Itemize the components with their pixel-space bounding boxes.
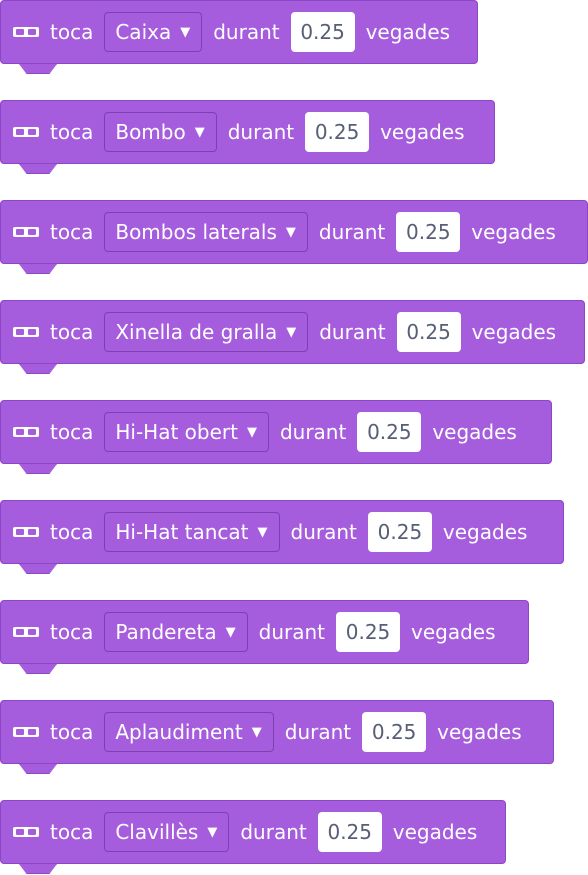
drum-dropdown-value: Hi-Hat tancat bbox=[115, 520, 249, 544]
chevron-down-icon: ▼ bbox=[286, 324, 297, 340]
drum-icon bbox=[13, 826, 39, 838]
block-notch bbox=[19, 364, 57, 374]
chevron-down-icon: ▼ bbox=[257, 524, 268, 540]
play-label: toca bbox=[50, 620, 94, 644]
during-label: durant bbox=[318, 220, 386, 244]
drum-dropdown-value: Bombo bbox=[115, 120, 186, 144]
drum-icon bbox=[13, 626, 39, 638]
block-notch bbox=[19, 564, 57, 574]
drum-dropdown-value: Xinella de gralla bbox=[115, 320, 278, 344]
play-label: toca bbox=[50, 420, 94, 444]
drum-icon bbox=[13, 526, 39, 538]
during-label: durant bbox=[213, 20, 280, 44]
during-label: durant bbox=[258, 620, 325, 644]
chevron-down-icon: ▼ bbox=[180, 24, 191, 40]
beats-input[interactable]: 0.25 bbox=[362, 712, 427, 752]
block-notch bbox=[19, 264, 57, 274]
chevron-down-icon: ▼ bbox=[194, 124, 205, 140]
beats-input[interactable]: 0.25 bbox=[367, 512, 432, 552]
play-label: toca bbox=[50, 520, 94, 544]
drum-dropdown[interactable]: Clavillès ▼ bbox=[104, 812, 230, 852]
drum-dropdown[interactable]: Hi-Hat obert ▼ bbox=[104, 412, 269, 452]
unit-label: vegades bbox=[432, 420, 517, 444]
beats-input[interactable]: 0.25 bbox=[336, 612, 400, 652]
unit-label: vegades bbox=[365, 20, 451, 44]
play-label: toca bbox=[50, 120, 94, 144]
unit-label: vegades bbox=[442, 520, 528, 544]
play-label: toca bbox=[50, 720, 94, 744]
block-notch bbox=[19, 664, 57, 674]
chevron-down-icon: ▼ bbox=[207, 824, 218, 840]
block-palette: toca Caixa ▼ durant 0.25 vegades toca Bo… bbox=[0, 0, 588, 875]
during-label: durant bbox=[319, 320, 386, 344]
during-label: durant bbox=[227, 120, 295, 144]
chevron-down-icon: ▼ bbox=[285, 224, 296, 240]
drum-dropdown-value: Caixa bbox=[115, 20, 172, 44]
during-label: durant bbox=[290, 520, 357, 544]
drum-icon bbox=[13, 226, 39, 238]
play-drum-block-hi-hat-tancat[interactable]: toca Hi-Hat tancat ▼ durant 0.25 vegades bbox=[0, 500, 564, 574]
drum-icon bbox=[13, 326, 39, 338]
beats-input[interactable]: 0.25 bbox=[357, 412, 422, 452]
beats-input[interactable]: 0.25 bbox=[290, 12, 355, 52]
chevron-down-icon: ▼ bbox=[225, 624, 236, 640]
play-drum-block-aplaudiment[interactable]: toca Aplaudiment ▼ durant 0.25 vegades bbox=[0, 700, 554, 774]
unit-label: vegades bbox=[471, 220, 556, 244]
block-notch bbox=[19, 464, 57, 474]
drum-dropdown-value: Aplaudiment bbox=[115, 720, 243, 744]
beats-input[interactable]: 0.25 bbox=[317, 812, 382, 852]
play-label: toca bbox=[50, 320, 94, 344]
drum-icon bbox=[13, 126, 39, 138]
drum-icon bbox=[13, 426, 39, 438]
drum-dropdown-value: Hi-Hat obert bbox=[115, 420, 238, 444]
play-drum-block-bombos-laterals[interactable]: toca Bombos laterals ▼ durant 0.25 vegad… bbox=[0, 200, 588, 274]
block-notch bbox=[19, 64, 57, 74]
unit-label: vegades bbox=[437, 720, 522, 744]
block-notch bbox=[19, 764, 57, 774]
drum-icon bbox=[13, 726, 39, 738]
unit-label: vegades bbox=[411, 620, 496, 644]
during-label: durant bbox=[279, 420, 347, 444]
unit-label: vegades bbox=[380, 120, 465, 144]
play-label: toca bbox=[50, 20, 94, 44]
play-label: toca bbox=[50, 820, 94, 844]
play-drum-block-xinella-de-gralla[interactable]: toca Xinella de gralla ▼ durant 0.25 veg… bbox=[0, 300, 585, 374]
beats-input[interactable]: 0.25 bbox=[305, 112, 370, 152]
play-drum-block-bombo[interactable]: toca Bombo ▼ durant 0.25 vegades bbox=[0, 100, 495, 174]
drum-icon bbox=[13, 26, 39, 38]
unit-label: vegades bbox=[471, 320, 557, 344]
drum-dropdown-value: Bombos laterals bbox=[115, 220, 277, 244]
block-notch bbox=[19, 164, 57, 174]
chevron-down-icon: ▼ bbox=[246, 424, 257, 440]
beats-input[interactable]: 0.25 bbox=[396, 212, 461, 252]
play-drum-block-hi-hat-obert[interactable]: toca Hi-Hat obert ▼ durant 0.25 vegades bbox=[0, 400, 552, 474]
unit-label: vegades bbox=[392, 820, 478, 844]
during-label: durant bbox=[284, 720, 352, 744]
drum-dropdown-value: Pandereta bbox=[115, 620, 217, 644]
block-notch bbox=[19, 864, 57, 874]
chevron-down-icon: ▼ bbox=[251, 724, 262, 740]
play-label: toca bbox=[50, 220, 94, 244]
drum-dropdown[interactable]: Xinella de gralla ▼ bbox=[104, 312, 309, 352]
play-drum-block-caixa[interactable]: toca Caixa ▼ durant 0.25 vegades bbox=[0, 0, 478, 74]
drum-dropdown[interactable]: Caixa ▼ bbox=[104, 12, 203, 52]
during-label: durant bbox=[240, 820, 307, 844]
beats-input[interactable]: 0.25 bbox=[396, 312, 461, 352]
drum-dropdown[interactable]: Bombos laterals ▼ bbox=[104, 212, 308, 252]
drum-dropdown[interactable]: Hi-Hat tancat ▼ bbox=[104, 512, 280, 552]
play-drum-block-pandereta[interactable]: toca Pandereta ▼ durant 0.25 vegades bbox=[0, 600, 529, 674]
play-drum-block-clavilles[interactable]: toca Clavillès ▼ durant 0.25 vegades bbox=[0, 800, 506, 874]
drum-dropdown[interactable]: Pandereta ▼ bbox=[104, 612, 248, 652]
drum-dropdown-value: Clavillès bbox=[115, 820, 199, 844]
drum-dropdown[interactable]: Aplaudiment ▼ bbox=[104, 712, 274, 752]
drum-dropdown[interactable]: Bombo ▼ bbox=[104, 112, 217, 152]
